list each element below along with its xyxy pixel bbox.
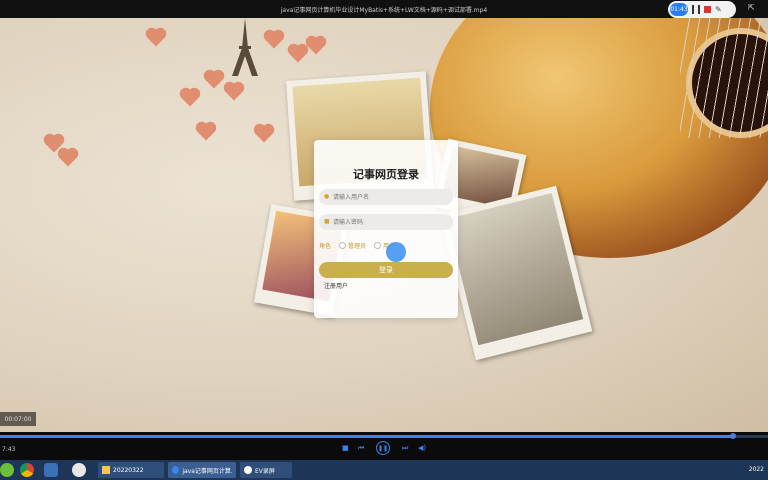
username-field[interactable]: ● — [319, 189, 453, 205]
next-icon[interactable]: ⏭ — [402, 444, 408, 453]
recorder-widget[interactable]: 01:43 ✎ — [668, 1, 736, 18]
folder-icon — [102, 466, 110, 474]
explorer-icon[interactable] — [44, 463, 58, 477]
pause-button[interactable]: ❚❚ — [376, 441, 390, 455]
role-option-label: 管理员 — [348, 243, 367, 250]
heart-decoration — [307, 37, 325, 55]
radio-icon[interactable] — [374, 242, 382, 249]
heart-decoration — [205, 71, 223, 89]
video-timestamp: 00:07:00 — [0, 412, 36, 426]
heart-decoration — [59, 149, 77, 167]
username-input[interactable] — [333, 191, 443, 203]
heart-decoration — [181, 89, 199, 107]
share-icon[interactable]: ⇱ — [748, 3, 755, 12]
start-icon[interactable] — [0, 463, 14, 477]
recorder-pause-icon[interactable] — [692, 5, 700, 14]
heart-decoration — [265, 31, 283, 49]
login-heading: 记事网页登录 — [353, 168, 419, 181]
lock-icon: ■ — [324, 218, 330, 225]
login-card: 记事网页登录 ● ■ 角色 管理员 用户 登录 注册用户 — [314, 140, 458, 318]
eiffel-tower-image — [232, 18, 258, 76]
heart-decoration — [255, 125, 273, 143]
heart-decoration — [147, 29, 165, 47]
progress-fill — [0, 435, 734, 438]
taskbar: 20220322 java记事网页计算... EV录屏 2022 — [0, 460, 768, 480]
taskbar-item-label: EV录屏 — [255, 467, 275, 475]
password-input[interactable] — [333, 216, 443, 228]
heart-decoration — [289, 45, 307, 63]
taskbar-item-label: java记事网页计算... — [182, 467, 232, 475]
previous-icon[interactable]: ⏮ — [358, 444, 364, 453]
role-selector: 角色 管理员 用户 — [319, 241, 395, 250]
app-icon[interactable] — [72, 463, 86, 477]
video-title-bar: java记事网页计算机毕业设计MyBatis+系统+LW文档+源码+调试部署.m… — [0, 0, 768, 18]
pen-icon[interactable]: ✎ — [715, 5, 722, 14]
player-icon — [172, 466, 180, 474]
login-button[interactable]: 登录 — [319, 262, 453, 278]
recorder-time: 01:43 — [670, 3, 688, 16]
volume-icon[interactable]: ◀) — [418, 444, 426, 452]
taskbar-item-recorder[interactable]: EV录屏 — [240, 462, 292, 478]
current-time: 7:43 — [2, 446, 16, 453]
radio-icon[interactable] — [339, 242, 347, 249]
role-option-admin[interactable]: 管理员 — [339, 241, 366, 250]
video-player-controls: 7:43 ■ ⏮ ❚❚ ⏭ ◀) — [0, 432, 768, 460]
taskbar-item-player[interactable]: java记事网页计算... — [168, 462, 236, 478]
password-field[interactable]: ■ — [319, 214, 453, 230]
video-title: java记事网页计算机毕业设计MyBatis+系统+LW文档+源码+调试部署.m… — [280, 7, 488, 14]
mouse-highlight — [386, 242, 406, 262]
role-label: 角色 — [319, 243, 332, 250]
progress-bar[interactable] — [0, 433, 768, 439]
stop-icon[interactable]: ■ — [342, 444, 349, 452]
progress-knob[interactable] — [730, 433, 737, 439]
recorder-stop-icon[interactable] — [704, 6, 711, 13]
heart-decoration — [197, 123, 215, 141]
heart-decoration — [225, 83, 243, 101]
clock: 2022 — [748, 466, 764, 473]
chrome-icon[interactable] — [20, 463, 34, 477]
guitar-strings — [680, 18, 768, 138]
ev-icon — [244, 466, 252, 474]
taskbar-item-label: 20220322 — [113, 466, 144, 474]
taskbar-item-folder[interactable]: 20220322 — [98, 462, 164, 478]
register-link[interactable]: 注册用户 — [324, 281, 348, 290]
user-icon: ● — [324, 193, 330, 200]
